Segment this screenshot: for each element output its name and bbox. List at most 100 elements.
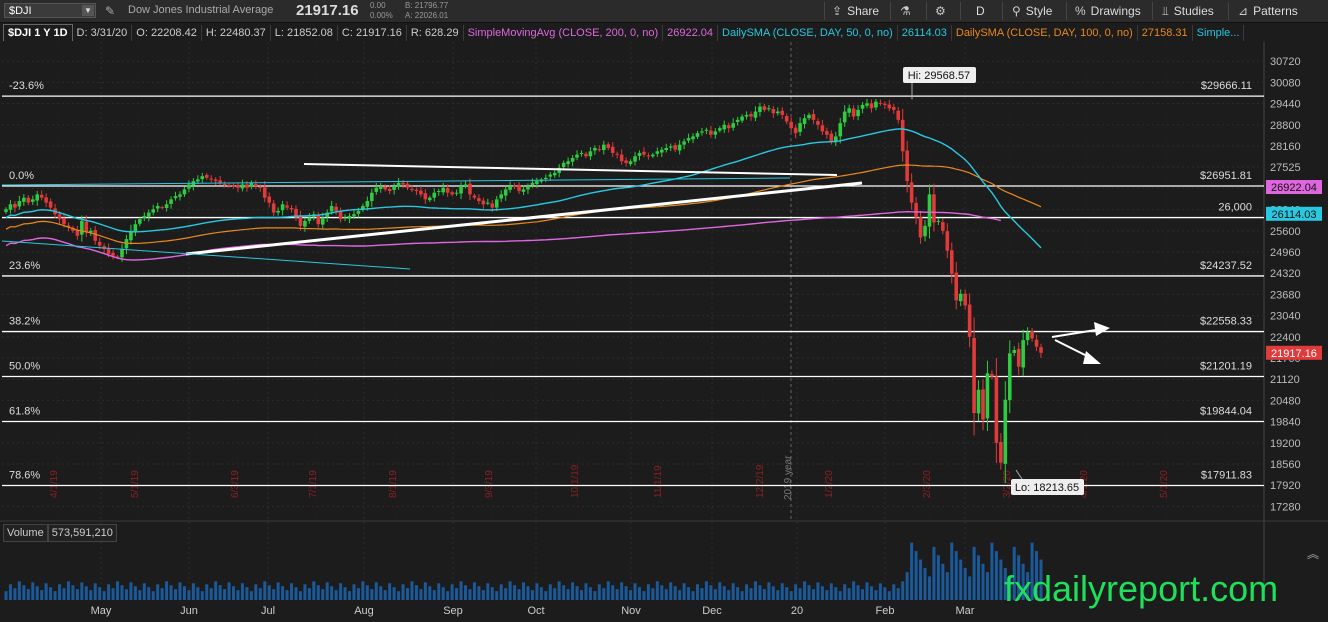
candle-body: [820, 125, 825, 132]
candle-body: [1030, 331, 1034, 339]
candle-body: [918, 217, 923, 238]
candle-body: [789, 121, 793, 129]
volume-bar: [178, 582, 182, 600]
volume-bar: [811, 589, 815, 600]
candle-body: [883, 103, 887, 105]
candle-body: [860, 104, 865, 109]
candle-body: [588, 151, 593, 157]
candle-body: [530, 182, 535, 186]
volume-bar: [972, 546, 976, 600]
candle-body: [521, 189, 526, 192]
volume-bar: [124, 589, 128, 600]
candle-body: [276, 210, 280, 213]
volume-bar: [419, 589, 423, 600]
volume-bar: [316, 585, 320, 600]
fib-level-value: $19844.04: [1200, 405, 1252, 417]
candle-body: [392, 186, 396, 190]
fib-level-pct: 78.6%: [9, 469, 40, 481]
time-axis-label: Feb: [876, 605, 895, 617]
volume-bar: [191, 583, 195, 600]
candle-body: [619, 154, 624, 162]
volume-bar: [303, 584, 307, 600]
volume-bar: [829, 583, 833, 600]
candle-body: [222, 183, 227, 185]
candle-body: [878, 102, 883, 104]
volume-bar: [780, 583, 784, 600]
candle-body: [401, 182, 405, 185]
candle-body: [4, 209, 8, 212]
candle-body: [490, 203, 495, 208]
volume-bar: [17, 581, 21, 600]
candle-body: [262, 187, 267, 198]
price-axis-label: 30720: [1270, 56, 1301, 68]
candle-body: [749, 114, 753, 117]
volume-bar: [646, 584, 650, 600]
volume-bar: [816, 582, 820, 600]
candle-body: [909, 182, 914, 203]
candle-body: [508, 186, 512, 190]
candle-body: [602, 144, 606, 151]
time-axis-label: Dec: [702, 605, 722, 617]
volume-bar: [343, 587, 347, 600]
candle-body: [941, 222, 945, 231]
volume-bar: [593, 591, 597, 600]
candle-body: [173, 196, 178, 199]
candle-body: [713, 131, 718, 135]
volume-bar: [455, 588, 459, 600]
candle-body: [548, 174, 553, 177]
price-axis-label: 18560: [1270, 459, 1301, 471]
candle-body: [668, 146, 673, 148]
volume-bar: [843, 584, 847, 600]
candle-body: [289, 208, 294, 210]
volume-bar: [597, 584, 601, 600]
volume-bar: [633, 583, 637, 600]
candle-body: [463, 184, 468, 187]
candle-body: [856, 109, 860, 117]
price-axis-label: 27525: [1270, 162, 1301, 174]
candle-body: [753, 111, 758, 118]
volume-bar: [883, 587, 887, 600]
candle-body: [999, 442, 1003, 463]
volume-bar: [566, 589, 570, 600]
candle-body: [356, 210, 361, 214]
candle-body: [1012, 350, 1017, 353]
candle-body: [552, 172, 557, 176]
volume-bar: [477, 586, 481, 600]
volume-bar: [709, 585, 713, 600]
watermark-text: fxdailyreport.com: [1004, 568, 1279, 609]
candle-body: [780, 110, 785, 115]
candle-body: [334, 206, 338, 211]
volume-bar: [985, 572, 989, 600]
candle-body: [258, 186, 263, 188]
volume-bar: [798, 588, 802, 600]
volume-bar: [914, 551, 918, 600]
candle-body: [936, 220, 941, 222]
volume-bar: [722, 586, 726, 600]
volume-bar: [861, 589, 865, 600]
candle-body: [347, 215, 352, 219]
fib-level-pct: 0.0%: [9, 170, 34, 182]
volume-bar: [441, 587, 445, 600]
candle-body: [807, 114, 811, 119]
time-axis-label: Aug: [354, 605, 374, 617]
candle-body: [905, 150, 909, 182]
volume-bar: [348, 591, 352, 600]
candle-body: [1039, 347, 1043, 353]
candle-body: [659, 149, 664, 153]
candle-body: [218, 180, 222, 183]
volume-bar: [245, 587, 249, 600]
price-chart[interactable]: 3072030080294402880028160275252688026240…: [0, 0, 1328, 622]
volume-bar: [290, 583, 294, 600]
candle-body: [459, 186, 463, 194]
price-axis-label: 20480: [1270, 395, 1301, 407]
date-marker-label: 12/2/19: [755, 464, 766, 498]
volume-header: Volume 573,591,210: [3, 524, 117, 542]
candle-body: [847, 108, 851, 113]
volume-bar: [508, 581, 512, 600]
candle-body: [35, 194, 40, 201]
volume-bar: [517, 589, 521, 600]
candle-body: [441, 187, 445, 193]
candle-body: [967, 304, 972, 337]
fib-level-value: $26951.81: [1200, 170, 1252, 182]
volume-bar: [526, 586, 530, 600]
